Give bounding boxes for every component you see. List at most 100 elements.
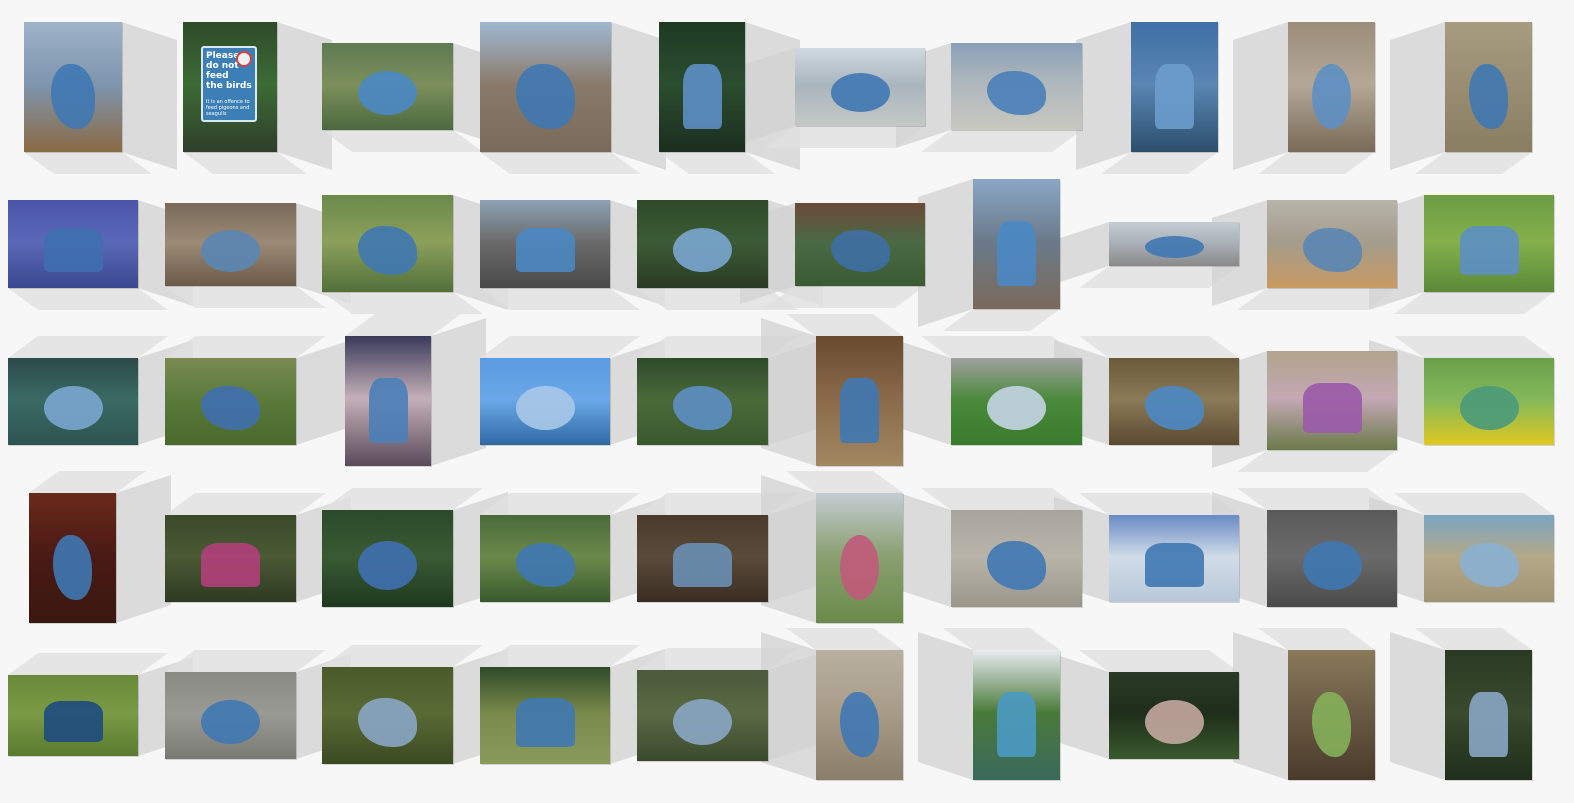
- subject-highlight: [997, 692, 1036, 757]
- thumbnail-white-church[interactable]: [480, 358, 610, 445]
- thumbnail-man-portrait[interactable]: [29, 493, 116, 623]
- subject-highlight: [201, 700, 260, 744]
- thumbnail-deer-in-forest[interactable]: [1445, 650, 1532, 780]
- tile-side-wall: [611, 22, 666, 170]
- subject-highlight: [516, 698, 575, 747]
- thumbnail-do-not-feed-birds-sign[interactable]: Please do not feed the birds It is an offen…: [183, 22, 277, 152]
- tile-floor-shadow: [8, 336, 168, 358]
- no-bird-icon: [236, 51, 252, 67]
- thumbnail-pyramid[interactable]: [1267, 200, 1397, 288]
- tile-floor-shadow: [1079, 650, 1239, 672]
- tile-side-wall: [296, 340, 351, 445]
- tile-floor-shadow: [480, 645, 640, 667]
- subject-highlight: [516, 386, 575, 430]
- thumbnail-cactus-flower[interactable]: [322, 43, 453, 130]
- subject-highlight: [1312, 64, 1351, 129]
- thumbnail-horses-grazing[interactable]: [1424, 515, 1554, 602]
- gallery-stage: Please do not feed the birds It is an offen…: [0, 0, 1574, 803]
- thumbnail-woman-portrait[interactable]: [345, 336, 431, 466]
- thumbnail-tiger-in-water[interactable]: [637, 200, 768, 288]
- subject-highlight: [1145, 236, 1204, 258]
- subject-highlight: [987, 386, 1046, 430]
- subject-highlight: [673, 543, 732, 587]
- tile-floor-shadow: [921, 130, 1082, 152]
- tile-floor-shadow: [322, 130, 483, 152]
- thumbnail-blue-flowers[interactable]: [637, 358, 768, 445]
- subject-highlight: [673, 228, 732, 272]
- thumbnail-manhole-cover[interactable]: [165, 672, 296, 759]
- thumbnail-fisherman[interactable]: [973, 650, 1060, 780]
- tile-side-wall: [122, 22, 177, 170]
- subject-highlight: [516, 228, 575, 272]
- thumbnail-coyote[interactable]: [322, 667, 453, 764]
- subject-highlight: [997, 221, 1036, 286]
- subject-highlight: [673, 699, 732, 745]
- thumbnail-woman-with-umbrella[interactable]: [816, 493, 903, 623]
- thumbnail-man-in-field[interactable]: [322, 195, 453, 292]
- tile-side-wall: [761, 475, 816, 623]
- subject-highlight: [44, 386, 103, 430]
- thumbnail-cat-in-grass[interactable]: [1424, 195, 1554, 292]
- thumbnail-squirrel-on-rock[interactable]: [24, 22, 122, 152]
- tile-side-wall: [1076, 22, 1131, 170]
- thumbnail-black-dog[interactable]: [8, 675, 138, 756]
- thumbnail-pink-daisies[interactable]: [165, 515, 296, 602]
- tile-floor-shadow: [165, 650, 326, 672]
- subject-highlight: [44, 228, 103, 272]
- thumbnail-tortoise[interactable]: [951, 510, 1082, 607]
- tile-floor-shadow: [322, 488, 483, 510]
- tile-side-wall: [918, 179, 973, 327]
- tile-floor-shadow: [480, 152, 641, 174]
- tile-side-wall: [896, 492, 951, 607]
- thumbnail-hiker-in-mountains[interactable]: [480, 22, 611, 152]
- thumbnail-man-with-guitar[interactable]: [816, 336, 903, 466]
- thumbnail-squirrel-in-tree[interactable]: [659, 22, 745, 152]
- thumbnail-moose-in-forest[interactable]: [795, 203, 925, 286]
- thumbnail-woman-with-basket[interactable]: [816, 650, 903, 780]
- tile-floor-shadow: [165, 336, 326, 358]
- tile-floor-shadow: [480, 336, 640, 358]
- thumbnail-grasshopper-on-flower[interactable]: [1424, 358, 1554, 445]
- thumbnail-purple-flower[interactable]: [1267, 351, 1397, 450]
- thumbnail-boat-on-shore[interactable]: [973, 179, 1060, 309]
- thumbnail-skier[interactable]: [1109, 515, 1239, 602]
- thumbnail-bird-in-leaves[interactable]: [322, 510, 453, 607]
- tile-floor-shadow: [1394, 336, 1554, 358]
- thumbnail-buddha-eyes[interactable]: [1109, 358, 1239, 445]
- thumbnail-cattle-grazing[interactable]: [637, 515, 768, 602]
- thumbnail-donkeys[interactable]: [637, 670, 768, 761]
- thumbnail-woman-leaning-on-wall[interactable]: [1445, 22, 1532, 152]
- tile-side-wall: [1054, 654, 1109, 759]
- tile-side-wall: [761, 632, 816, 780]
- thumbnail-woman-in-meadow[interactable]: [480, 667, 610, 764]
- subject-highlight: [44, 701, 103, 742]
- thumbnail-lake-tufa-at-dusk[interactable]: [8, 200, 138, 288]
- subject-highlight: [201, 230, 260, 272]
- thumbnail-bird-in-marsh[interactable]: [795, 48, 925, 126]
- thumbnail-deer-with-fawn[interactable]: [1109, 672, 1239, 759]
- thumbnail-man-on-road[interactable]: [1267, 510, 1397, 607]
- thumbnail-horse-riders[interactable]: [165, 358, 296, 445]
- subject-highlight: [1469, 692, 1508, 757]
- thumbnail-race-car[interactable]: [480, 200, 610, 288]
- sign-small-text: It is an offence to feed pigeons and sea…: [206, 99, 250, 117]
- tile-side-wall: [761, 318, 816, 466]
- subject-highlight: [831, 73, 890, 112]
- thumbnail-lamb-on-grass[interactable]: [951, 358, 1082, 445]
- thumbnail-mongoose[interactable]: [165, 203, 296, 286]
- tile-floor-shadow: [322, 645, 483, 667]
- thumbnail-sailing-boat[interactable]: [1288, 22, 1375, 152]
- subject-highlight: [1303, 541, 1362, 590]
- thumbnail-bear-in-marsh[interactable]: [480, 515, 610, 602]
- subject-highlight: [840, 535, 879, 600]
- thumbnail-person-on-mountain-top[interactable]: [1109, 222, 1239, 266]
- subject-highlight: [840, 378, 879, 443]
- thumbnail-mushrooms[interactable]: [1288, 650, 1375, 780]
- thumbnail-seal-on-rocks[interactable]: [951, 43, 1082, 130]
- thumbnail-swimmer-with-umbrella[interactable]: [8, 358, 138, 445]
- subject-highlight: [1460, 386, 1519, 430]
- thumbnail-chateau-reflected-in-water[interactable]: [1131, 22, 1218, 152]
- tile-side-wall: [1233, 22, 1288, 170]
- tile-floor-shadow: [1394, 292, 1554, 314]
- tile-floor-shadow: [165, 493, 326, 515]
